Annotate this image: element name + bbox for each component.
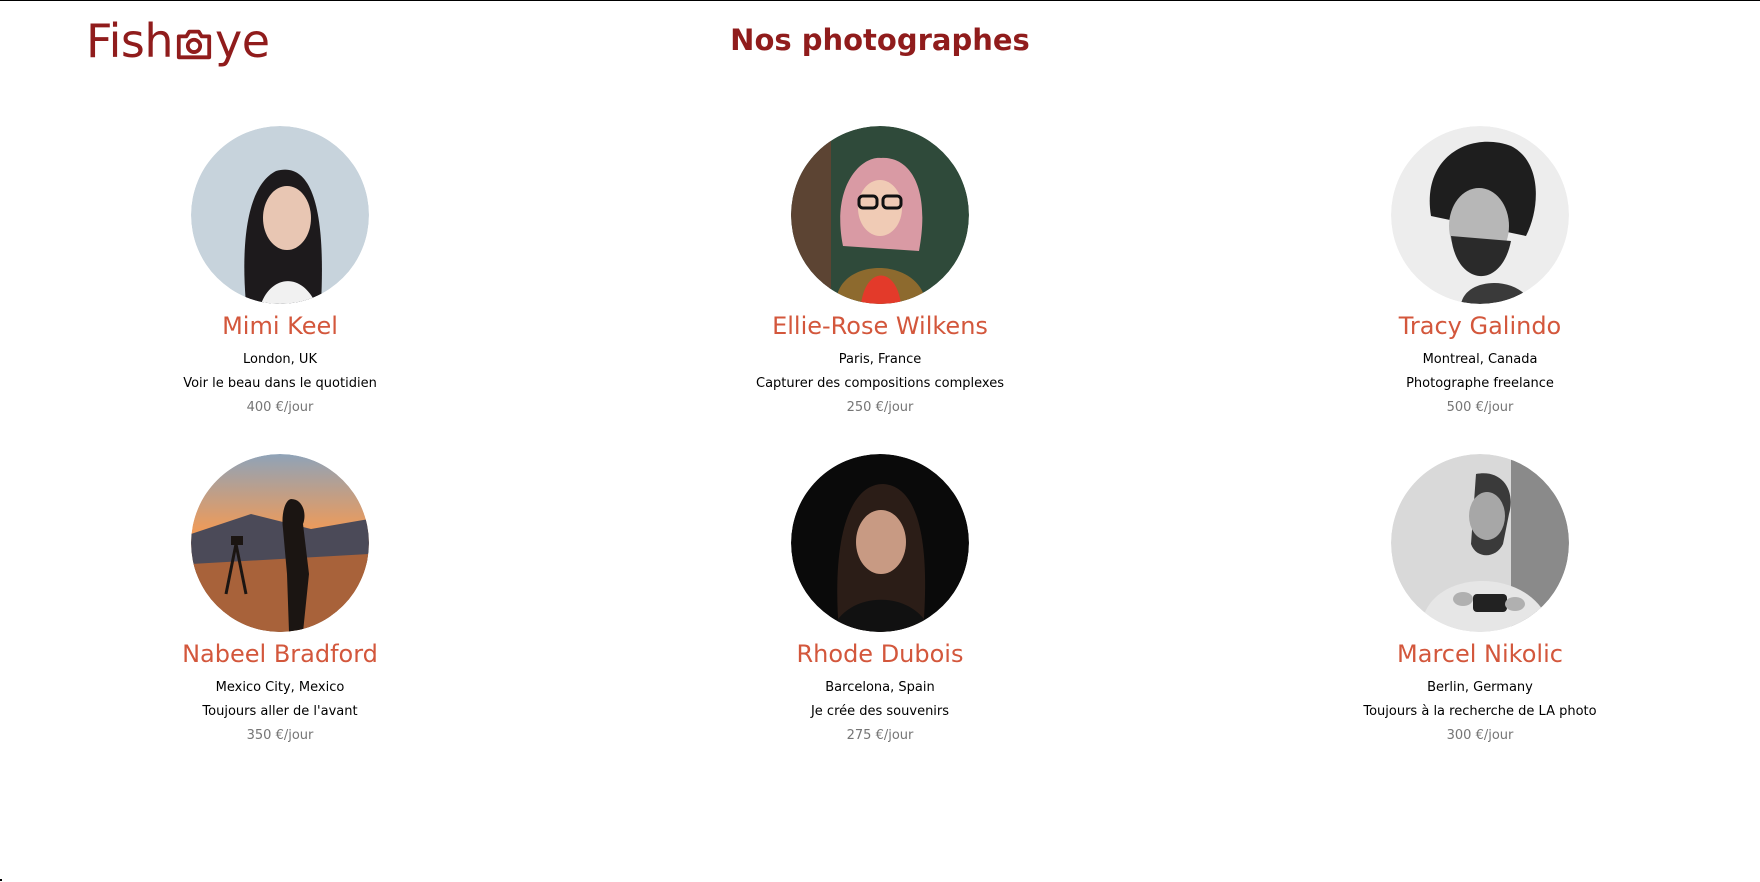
photographer-name: Mimi Keel (222, 312, 338, 340)
photographer-link[interactable]: Tracy Galindo (1230, 126, 1730, 342)
photographer-price: 350 €/jour (246, 728, 314, 743)
photographer-location: Montreal, Canada (1422, 352, 1538, 367)
portrait-image (191, 126, 369, 304)
photographer-name: Rhode Dubois (796, 640, 964, 668)
photographer-tagline: Toujours à la recherche de LA photo (1363, 704, 1597, 719)
photographer-card: Ellie-Rose Wilkens Paris, France Capture… (630, 126, 1130, 416)
photographer-price: 500 €/jour (1446, 400, 1514, 415)
portrait-image (1391, 454, 1569, 632)
photographer-tagline: Voir le beau dans le quotidien (183, 376, 377, 391)
photographer-location: Paris, France (838, 352, 922, 367)
photographer-price: 275 €/jour (846, 728, 914, 743)
photographer-location: Mexico City, Mexico (215, 680, 345, 695)
page-title: Nos photographes (730, 23, 1030, 57)
photographer-card: Rhode Dubois Barcelona, Spain Je crée de… (630, 454, 1130, 744)
photographer-tagline: Je crée des souvenirs (810, 704, 950, 719)
photographer-location: Barcelona, Spain (825, 680, 935, 695)
photographer-card: Nabeel Bradford Mexico City, Mexico Touj… (30, 454, 530, 744)
photographer-price: 300 €/jour (1446, 728, 1514, 743)
photographer-price: 400 €/jour (246, 400, 314, 415)
photographer-tagline: Photographe freelance (1406, 376, 1554, 391)
photographer-price: 250 €/jour (846, 400, 914, 415)
photographer-tagline: Toujours aller de l'avant (202, 704, 358, 719)
photographer-location: Berlin, Germany (1427, 680, 1533, 695)
photographer-link[interactable]: Mimi Keel (30, 126, 530, 342)
portrait-image (791, 454, 969, 632)
photographer-location: London, UK (243, 352, 317, 367)
photographer-card: Marcel Nikolic Berlin, Germany Toujours … (1230, 454, 1730, 744)
portrait-image (791, 126, 969, 304)
corner-mark (0, 879, 2, 881)
photographer-link[interactable]: Ellie-Rose Wilkens (630, 126, 1130, 342)
photographer-link[interactable]: Marcel Nikolic (1230, 454, 1730, 670)
photographer-name: Ellie-Rose Wilkens (772, 312, 988, 340)
site-header: Fish ye Nos photographes (0, 1, 1760, 91)
photographer-link[interactable]: Rhode Dubois (630, 454, 1130, 670)
portrait-image (1391, 126, 1569, 304)
photographer-name: Tracy Galindo (1398, 312, 1562, 340)
portrait-image (191, 454, 369, 632)
photographer-link[interactable]: Nabeel Bradford (30, 454, 530, 670)
photographer-name: Marcel Nikolic (1397, 640, 1563, 668)
photographer-card: Mimi Keel London, UK Voir le beau dans l… (30, 126, 530, 416)
photographer-name: Nabeel Bradford (182, 640, 378, 668)
photographer-tagline: Capturer des compositions complexes (756, 376, 1004, 391)
photographer-card: Tracy Galindo Montreal, Canada Photograp… (1230, 126, 1730, 416)
